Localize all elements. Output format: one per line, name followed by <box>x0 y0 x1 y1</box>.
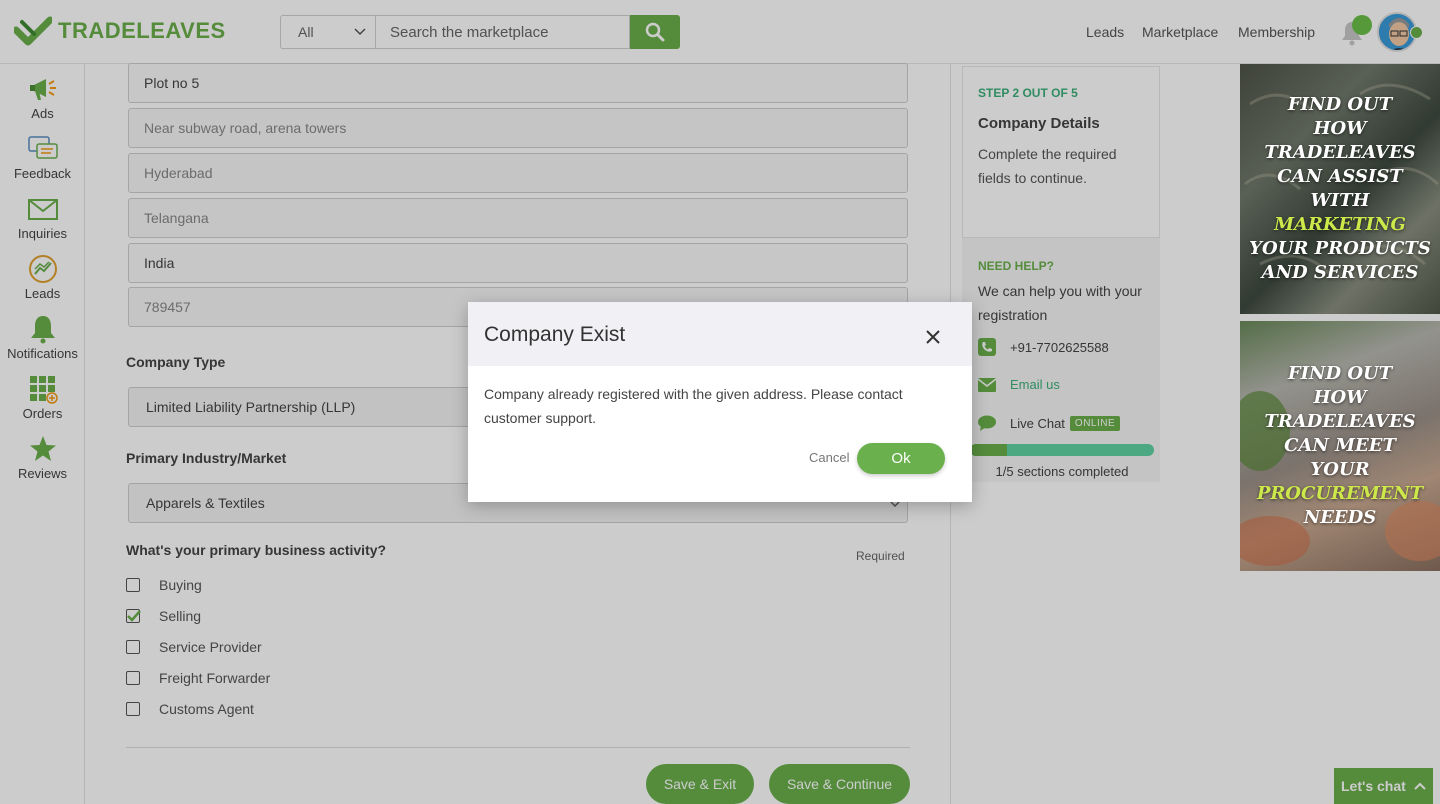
ad-line: AND SERVICES <box>1261 262 1419 283</box>
ad-line: YOUR PRODUCTS <box>1249 238 1431 259</box>
cancel-button[interactable]: Cancel <box>809 450 849 465</box>
ad-line: WITH <box>1310 190 1370 211</box>
ok-button[interactable]: Ok <box>857 443 945 474</box>
company-exist-dialog: Company Exist Company already registered… <box>468 302 972 502</box>
ad-line: TRADELEAVES <box>1264 411 1416 432</box>
ad-line: TRADELEAVES <box>1264 142 1416 163</box>
ad-line: HOW <box>1313 118 1367 139</box>
ad-line: CAN MEET <box>1284 435 1396 456</box>
ad-text: FIND OUT HOW TRADELEAVES CAN MEET YOUR P… <box>1245 362 1435 530</box>
ad-banner-marketing[interactable]: FIND OUT HOW TRADELEAVES CAN ASSIST WITH… <box>1240 64 1440 314</box>
dialog-message: Company already registered with the give… <box>484 386 903 426</box>
ad-line: FIND OUT <box>1287 94 1393 115</box>
ad-highlight: PROCUREMENT <box>1256 483 1424 504</box>
dialog-title: Company Exist <box>484 323 626 346</box>
ad-line: NEEDS <box>1303 507 1377 528</box>
ad-highlight: MARKETING <box>1274 214 1406 235</box>
ad-line: FIND OUT <box>1287 363 1393 384</box>
ad-line: YOUR <box>1310 459 1370 480</box>
close-icon[interactable] <box>922 326 944 348</box>
ad-line: HOW <box>1313 387 1367 408</box>
ad-line: CAN ASSIST <box>1277 166 1403 187</box>
ad-text: FIND OUT HOW TRADELEAVES CAN ASSIST WITH… <box>1245 93 1435 285</box>
